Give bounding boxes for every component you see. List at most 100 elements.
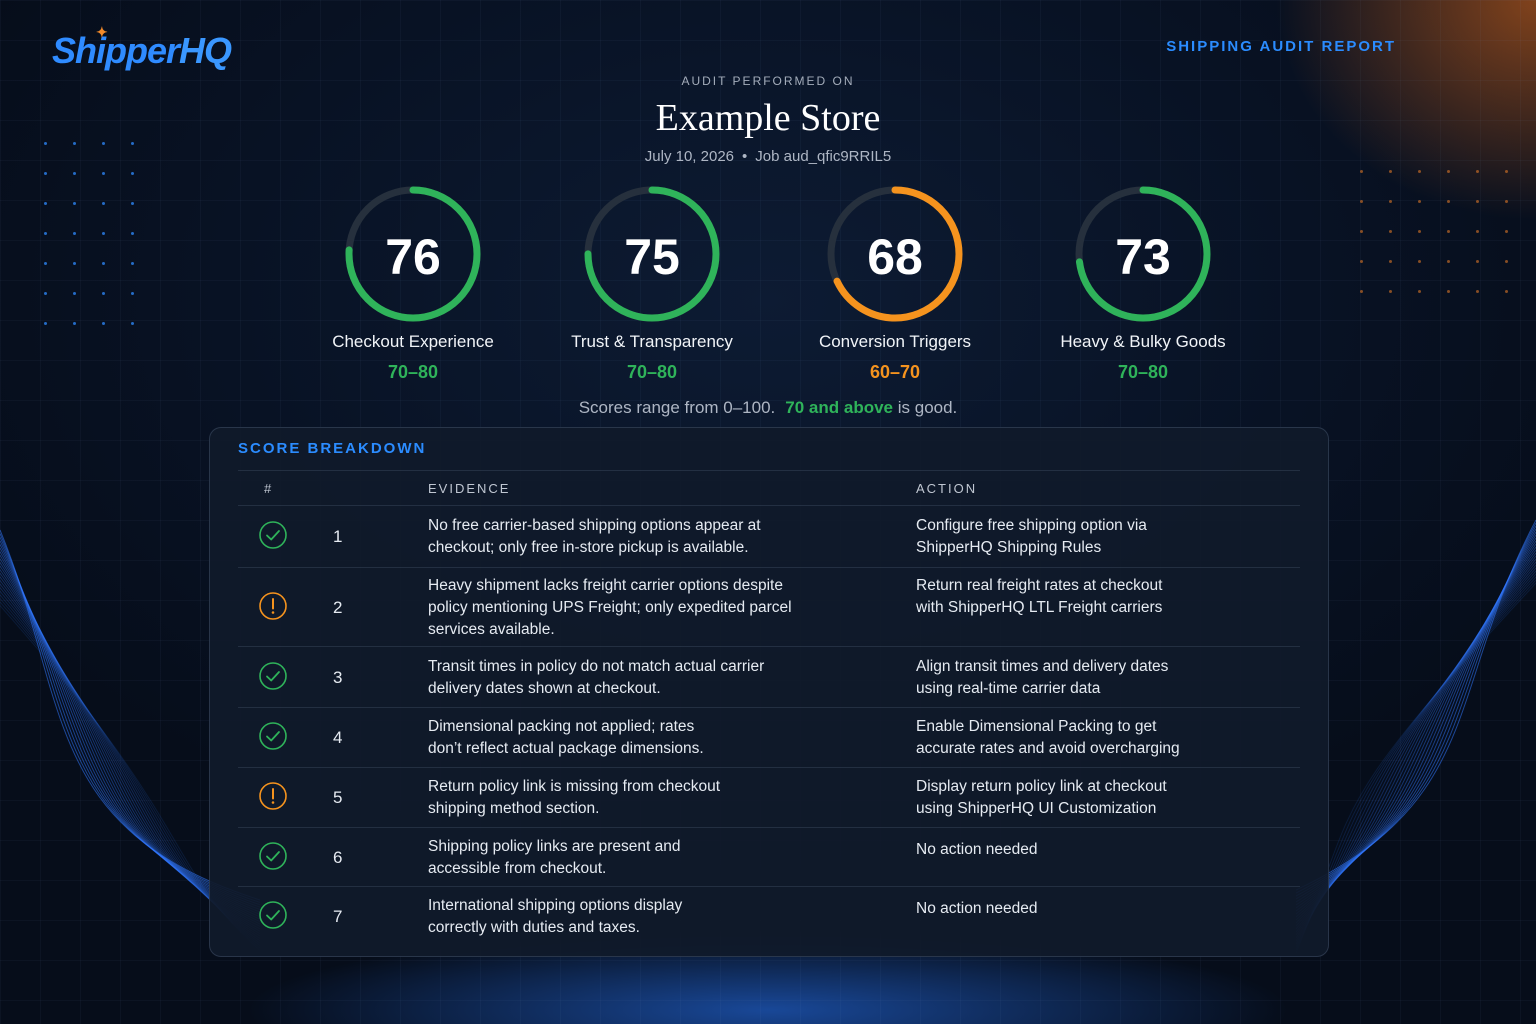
table-row: 1 No free carrier-based shipping options … bbox=[238, 506, 1300, 568]
decorative-dot bbox=[131, 142, 134, 145]
row-evidence: Transit times in policy do not match act… bbox=[428, 656, 828, 700]
store-name: Example Store bbox=[655, 97, 881, 139]
breakdown-title: SCORE BREAKDOWN bbox=[238, 440, 427, 457]
row-evidence: Heavy shipment lacks freight carrier opt… bbox=[428, 575, 828, 641]
row-action: Enable Dimensional Packing to get accurat… bbox=[916, 716, 1216, 760]
decorative-dot bbox=[1447, 170, 1450, 173]
score-value: 73 bbox=[1115, 229, 1171, 285]
row-evidence: Return policy link is missing from check… bbox=[428, 776, 828, 820]
text-line: don’t reflect actual package dimensions. bbox=[428, 740, 704, 757]
row-number: 3 bbox=[333, 667, 343, 687]
row-evidence: No free carrier-based shipping options a… bbox=[428, 515, 828, 559]
wave-line bbox=[1296, 531, 1536, 903]
row-status bbox=[258, 591, 288, 626]
score-gauge: 76 Checkout Experience 70–80 bbox=[313, 184, 513, 383]
wave-line bbox=[1296, 579, 1536, 951]
table-row: 4 Dimensional packing not applied; rates d… bbox=[238, 708, 1300, 768]
score-value: 76 bbox=[385, 229, 441, 285]
wave-line bbox=[1296, 525, 1536, 897]
score-label: Conversion Triggers bbox=[818, 332, 972, 351]
column-header-evidence: EVIDENCE bbox=[428, 481, 511, 496]
job-id: Job aud_qfic9RRIL5 bbox=[755, 148, 892, 165]
text-line: International shipping options display bbox=[428, 897, 683, 914]
wave-line bbox=[1296, 573, 1536, 945]
score-value: 68 bbox=[867, 229, 923, 285]
table-body: 1 No free carrier-based shipping options … bbox=[238, 506, 1300, 947]
decorative-waves-right bbox=[1296, 519, 1536, 954]
row-evidence: International shipping options display co… bbox=[428, 895, 828, 939]
decorative-dot bbox=[1505, 170, 1508, 173]
text-line: checkout; only free in-store pickup is a… bbox=[428, 539, 749, 556]
table-row: 6 Shipping policy links are present and ac… bbox=[238, 828, 1300, 887]
check-circle-icon bbox=[259, 901, 287, 929]
score-range: 70–80 bbox=[387, 362, 439, 382]
alert-circle-icon bbox=[259, 591, 287, 620]
decorative-dot bbox=[131, 172, 134, 175]
text-line: Heavy shipment lacks freight carrier opt… bbox=[428, 576, 783, 594]
text-line: Display return policy link at checkout bbox=[916, 778, 1167, 795]
wave-line bbox=[1296, 537, 1536, 909]
row-number: 1 bbox=[333, 527, 343, 546]
text-line: Transit times in policy do not match act… bbox=[428, 657, 765, 675]
decorative-dot bbox=[1476, 170, 1479, 173]
check-circle-icon bbox=[259, 722, 287, 750]
score-range: 60–70 bbox=[869, 362, 921, 382]
row-status bbox=[258, 781, 288, 816]
text-line: shipping method section. bbox=[428, 800, 600, 817]
breakdown-table: # EVIDENCE ACTION 1 No free carrier-based… bbox=[238, 470, 1300, 947]
row-evidence: Shipping policy links are present and acc… bbox=[428, 836, 828, 880]
row-status bbox=[258, 520, 288, 555]
score-label: Trust & Transparency bbox=[571, 332, 733, 351]
row-evidence: Dimensional packing not applied; rates do… bbox=[428, 716, 828, 760]
text-line: policy mentioning UPS Freight; only expe… bbox=[428, 598, 792, 616]
row-number: 2 bbox=[333, 597, 343, 617]
decorative-dot bbox=[73, 142, 76, 145]
wave-line bbox=[1296, 522, 1536, 894]
score-label: Checkout Experience bbox=[332, 332, 494, 351]
table-row: 7 International shipping options display c… bbox=[238, 887, 1300, 947]
text-line: Dimensional packing not applied; rates bbox=[428, 718, 695, 735]
table-header: # EVIDENCE ACTION bbox=[238, 470, 1300, 506]
score-gauges: 76 Checkout Experience 70–80 75 Trust & Tran… bbox=[0, 180, 1536, 390]
text-line: services available. bbox=[428, 620, 555, 638]
wave-line bbox=[1296, 528, 1536, 900]
table-row: 5 Return policy link is missing from chec… bbox=[238, 768, 1300, 828]
decorative-dot bbox=[1360, 170, 1363, 173]
row-status bbox=[258, 661, 288, 696]
score-value: 75 bbox=[624, 229, 680, 285]
text-line: accessible from checkout. bbox=[428, 859, 607, 877]
text-line: Return policy link is missing from check… bbox=[428, 778, 721, 795]
wave-line bbox=[1296, 519, 1536, 891]
column-header-num: # bbox=[264, 481, 274, 496]
text-line: using real-time carrier data bbox=[916, 679, 1101, 697]
spark-icon: ✦ bbox=[96, 24, 108, 40]
audit-meta: July 10, 2026 • Job aud_qfic9RRIL5 bbox=[0, 148, 1536, 165]
text-line: Enable Dimensional Packing to get bbox=[916, 718, 1157, 735]
row-action: Return real freight rates at checkout wit… bbox=[916, 575, 1216, 619]
score-gauge: 68 Conversion Triggers 60–70 bbox=[795, 184, 995, 383]
check-circle-icon bbox=[259, 521, 287, 549]
text-line: No action needed bbox=[916, 900, 1038, 917]
text-line: delivery dates shown at checkout. bbox=[428, 679, 661, 697]
row-action: Display return policy link at checkout us… bbox=[916, 776, 1216, 820]
score-legend: Scores range from 0–100. 70 and above is … bbox=[0, 398, 1536, 418]
decorative-dot bbox=[44, 172, 47, 175]
audit-date: July 10, 2026 bbox=[644, 148, 735, 165]
decorative-dot bbox=[44, 142, 47, 145]
column-header-action: ACTION bbox=[916, 481, 978, 496]
text-line: No free carrier-based shipping options a… bbox=[428, 517, 761, 534]
text-line: using ShipperHQ UI Customization bbox=[916, 800, 1157, 817]
row-number: 4 bbox=[333, 728, 343, 747]
score-label: Heavy & Bulky Goods bbox=[1060, 332, 1226, 351]
legend-good-text: 70 and above bbox=[785, 398, 893, 417]
score-range: 70–80 bbox=[1117, 362, 1169, 382]
report-label: SHIPPING AUDIT REPORT bbox=[1166, 38, 1396, 55]
logo-accent-text: HQ bbox=[179, 30, 232, 71]
row-status bbox=[258, 721, 288, 756]
row-status bbox=[258, 900, 288, 935]
row-number: 6 bbox=[333, 847, 343, 867]
check-circle-icon bbox=[259, 841, 287, 870]
decorative-dot bbox=[102, 172, 105, 175]
shipperhq-logo[interactable]: ShipperHQ ✦ bbox=[52, 24, 232, 72]
text-line: correctly with duties and taxes. bbox=[428, 919, 640, 936]
